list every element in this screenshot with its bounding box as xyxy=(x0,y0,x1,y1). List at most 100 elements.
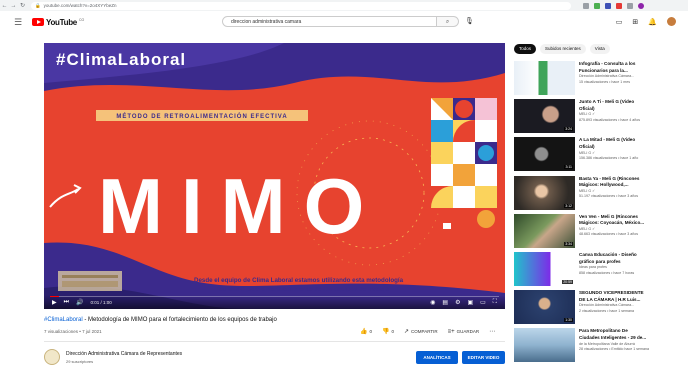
autoplay-toggle-icon[interactable]: ◉ xyxy=(430,299,435,306)
address-bar[interactable]: 🔒 youtube.com/watch?v=2o4XYYbeZn xyxy=(31,1,571,10)
channel-avatar[interactable] xyxy=(44,349,60,365)
reload-icon[interactable]: ↻ xyxy=(18,2,27,9)
related-video-item[interactable]: 3:12 Basta Ya - Meli G (Rincones Mágicos: … xyxy=(514,175,678,214)
related-title-line-1[interactable]: Infografía - Consulta a los xyxy=(579,61,635,67)
channel-name[interactable]: Dirección Administrativa Cámara de Repre… xyxy=(66,351,182,357)
like-button[interactable]: 👍 0 xyxy=(360,328,372,335)
extension-icon[interactable] xyxy=(594,2,600,9)
video-thumbnail[interactable] xyxy=(514,328,575,363)
video-thumbnail[interactable]: 1:30 xyxy=(514,290,575,325)
related-title-line-1[interactable]: Canva Educación - Diseño xyxy=(579,252,637,258)
save-button[interactable]: ≡+ GUARDAR xyxy=(448,329,480,335)
related-stats: 858 visualizaciones • hace 7 horas xyxy=(579,270,635,275)
duration-badge: 1:30 xyxy=(564,318,573,323)
related-video-item[interactable]: 3:34 Ven Ven - Meli G (Rincones Mágicos: C… xyxy=(514,213,678,252)
next-icon[interactable]: ⏭ xyxy=(64,299,69,306)
related-channel: MELI G ✓ xyxy=(579,188,596,193)
search-button[interactable]: ⌕ xyxy=(437,16,459,27)
subscriber-count: 29 suscriptores xyxy=(66,358,94,364)
related-title-line-2[interactable]: DE LA CÁMARA | H.R Luis... xyxy=(579,297,644,303)
related-video-item[interactable]: 3:11 A La Mitad - Meli G (Video Oficial) ME… xyxy=(514,137,678,175)
related-video-item[interactable]: 3:24 Junto A Ti - Meli G (Video Oficial) ME… xyxy=(514,99,678,137)
related-title-line-2[interactable]: Ciudades Inteligentes - 29 de... xyxy=(579,335,649,341)
related-title-line-2[interactable]: gráfico para profes xyxy=(579,259,637,265)
chip-all[interactable]: Todos xyxy=(514,44,537,54)
player-controls-left: ▶ ⏭ 🔊 0:01 / 1:00 xyxy=(52,299,112,306)
duration-badge: 20:59 xyxy=(562,279,573,284)
chip-recent[interactable]: Subidos recientes xyxy=(540,44,586,54)
video-thumbnail[interactable]: 3:11 xyxy=(514,137,575,172)
video-hashtag-link[interactable]: #ClimaLaboral xyxy=(44,317,83,323)
video-title: #ClimaLaboral - Metodología de MIMO para… xyxy=(44,317,277,323)
related-video-item[interactable]: 20:59 Canva Educación - Diseño gráfico par… xyxy=(514,251,678,290)
related-channel: Dirección Administrativa Cámara... xyxy=(579,74,635,79)
caption-line-2: de MIMO para el fortalecimiento de los e… xyxy=(219,286,389,293)
share-button[interactable]: ↗ COMPARTIR xyxy=(404,328,438,335)
theater-mode-icon[interactable]: ▭ xyxy=(480,299,486,306)
header-actions: ▭ ⊞ 🔔 xyxy=(616,17,676,26)
related-stats: 51.197 visualizaciones • hace 3 años xyxy=(579,194,638,199)
related-channel: MELI G ✓ xyxy=(579,112,596,117)
profile-icon[interactable] xyxy=(638,2,644,9)
back-icon[interactable]: ← xyxy=(0,3,9,9)
related-title-line-2[interactable]: Funcionarios para la... xyxy=(579,68,635,74)
related-stats: 48.663 visualizaciones • hace 3 años xyxy=(579,232,638,237)
account-avatar[interactable] xyxy=(667,17,676,26)
menu-icon[interactable]: ☰ xyxy=(14,17,24,28)
dislike-button[interactable]: 👎 0 xyxy=(382,328,394,335)
related-stats: 2 visualizaciones • hace 1 semana xyxy=(579,308,634,313)
miniplayer-icon[interactable]: ▣ xyxy=(467,299,473,306)
related-title-line-1[interactable]: Basta Ya - Meli G (Rincones xyxy=(579,176,639,182)
youtube-header: ☰ YouTube CO direccion administrativa ca… xyxy=(0,11,688,33)
chip-watched[interactable]: Vista xyxy=(589,44,610,54)
caption-line-1: Desde el equipo de Clima Laboral estamos… xyxy=(194,277,404,284)
related-title-line-1[interactable]: Para Metropolitano De xyxy=(579,328,649,334)
duration-badge: 3:24 xyxy=(564,127,573,132)
edit-video-button[interactable]: EDITAR VIDEO xyxy=(462,351,505,364)
related-stats: 15 visualizaciones • hace 1 mes xyxy=(579,79,630,84)
extension-icon[interactable] xyxy=(605,2,611,9)
video-thumbnail[interactable]: 3:34 xyxy=(514,213,575,248)
related-video-item[interactable]: 1:30 SEGUNDO VICEPRESIDENTE DE LA CÁMARA |… xyxy=(514,290,678,328)
lock-icon: 🔒 xyxy=(35,2,41,8)
search-icon: ⌕ xyxy=(445,19,450,25)
video-thumbnail[interactable] xyxy=(514,61,575,95)
apps-icon[interactable]: ⊞ xyxy=(632,18,638,26)
subtitles-icon[interactable]: ▤ xyxy=(442,299,448,306)
create-video-icon[interactable]: ▭ xyxy=(616,18,623,26)
related-title-line-2[interactable]: Mágicos: Coyoacán, México... xyxy=(579,220,644,226)
duration-badge: 3:11 xyxy=(564,165,573,170)
search-input[interactable]: direccion administrativa camara xyxy=(222,16,437,27)
notifications-icon[interactable]: 🔔 xyxy=(648,18,657,26)
video-thumbnail[interactable]: 20:59 xyxy=(514,251,575,286)
video-player[interactable]: MÉTODO DE RETROALIMENTACIÓN EFECTIVA #Cl… xyxy=(44,43,505,309)
like-count: 0 xyxy=(369,329,372,334)
video-thumbnail[interactable]: 3:12 xyxy=(514,175,575,210)
settings-gear-icon[interactable]: ⚙ xyxy=(455,299,460,306)
related-video-item[interactable]: Para Metropolitano De Ciudades Inteligent… xyxy=(514,328,678,366)
puzzle-icon[interactable] xyxy=(627,2,633,9)
related-title-line-2[interactable]: Oficial) xyxy=(579,144,638,150)
related-title-line-1[interactable]: A La Mitad - Meli G (Video xyxy=(579,137,638,143)
related-video-item[interactable]: Infografía - Consulta a los Funcionarios … xyxy=(514,61,678,99)
youtube-logo[interactable]: YouTube CO xyxy=(32,18,84,27)
microphone-icon[interactable]: 🎙 xyxy=(465,17,474,25)
forward-icon[interactable]: → xyxy=(9,3,18,9)
related-title-line-1[interactable]: SEGUNDO VICEPRESIDENTE xyxy=(579,290,644,296)
video-thumbnail[interactable]: 3:24 xyxy=(514,99,575,134)
progress-bar[interactable] xyxy=(50,295,499,297)
related-title-line-2[interactable]: Oficial) xyxy=(579,106,640,112)
extension-icon[interactable] xyxy=(616,2,622,9)
analytics-button[interactable]: ANALÍTICAS xyxy=(416,351,458,364)
star-icon[interactable] xyxy=(583,2,589,9)
time-display: 0:01 / 1:00 xyxy=(90,300,112,305)
related-title-line-2[interactable]: Mágicos: Hollywood,... xyxy=(579,182,639,188)
play-icon[interactable]: ▶ xyxy=(52,299,57,306)
volume-icon[interactable]: 🔊 xyxy=(76,299,83,306)
save-label: GUARDAR xyxy=(456,329,480,334)
fullscreen-icon[interactable]: ⛶ xyxy=(493,299,497,306)
more-actions-button[interactable]: ⋯ xyxy=(489,328,495,335)
related-title-line-1[interactable]: Junto A Ti - Meli G (Video xyxy=(579,99,640,105)
video-frame: MÉTODO DE RETROALIMENTACIÓN EFECTIVA #Cl… xyxy=(44,43,505,309)
related-title-line-1[interactable]: Ven Ven - Meli G (Rincones xyxy=(579,214,644,220)
